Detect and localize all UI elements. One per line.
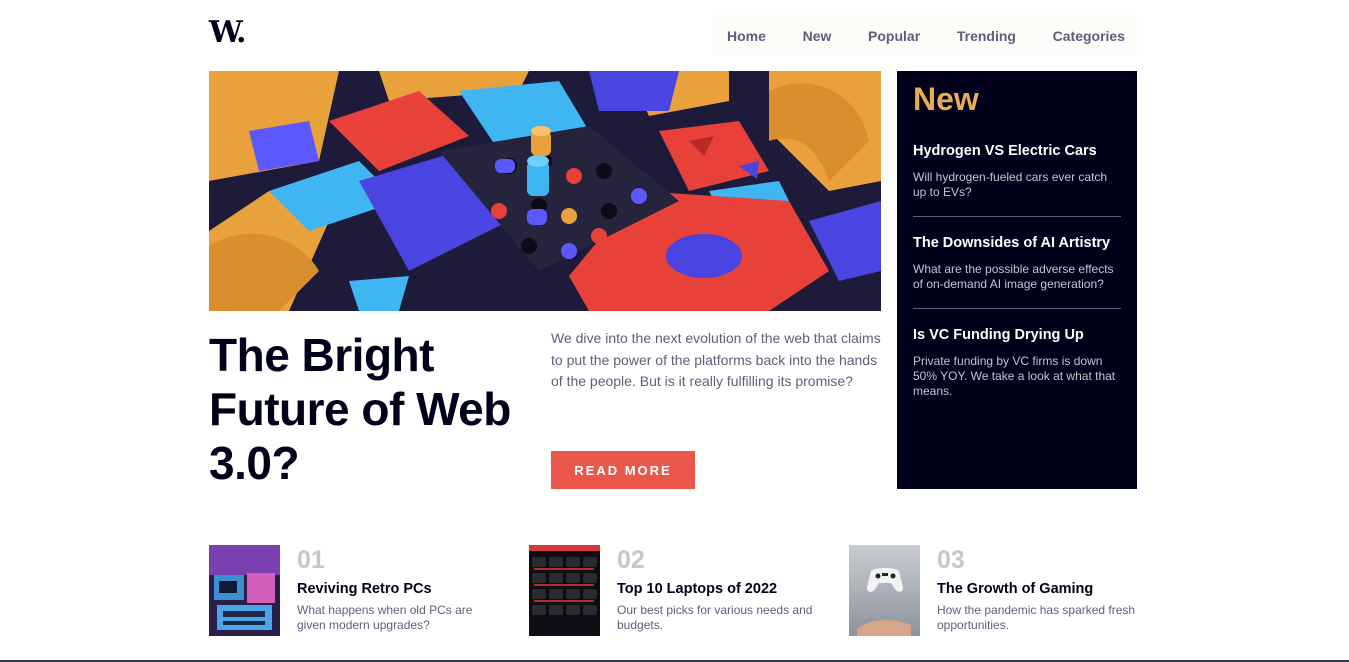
new-panel: New Hydrogen VS Electric Cars Will hydro… — [897, 71, 1137, 489]
article-thumbnail — [209, 545, 280, 636]
site-logo[interactable]: W. — [209, 18, 246, 48]
hero-description: We dive into the next evolution of the w… — [551, 330, 881, 389]
article-thumbnail — [849, 545, 920, 636]
article-thumbnail — [529, 545, 600, 636]
read-more-button[interactable]: READ MORE — [551, 451, 695, 489]
new-item-title[interactable]: Is VC Funding Drying Up — [913, 325, 1121, 345]
new-item-title[interactable]: Hydrogen VS Electric Cars — [913, 141, 1121, 161]
article-number: 03 — [937, 546, 965, 574]
article-desc: How the pandemic has sparked fresh oppor… — [937, 603, 1136, 632]
new-item[interactable]: Hydrogen VS Electric Cars Will hydrogen-… — [913, 141, 1121, 216]
new-item[interactable]: Is VC Funding Drying Up Private funding … — [913, 308, 1121, 415]
new-item-desc: What are the possible adverse effects of… — [913, 262, 1114, 291]
nav-popular[interactable]: Popular — [868, 28, 920, 44]
nav-home[interactable]: Home — [727, 28, 766, 44]
nav-trending[interactable]: Trending — [957, 28, 1016, 44]
article-title[interactable]: The Growth of Gaming — [937, 580, 1137, 598]
article-card[interactable]: 01 Reviving Retro PCs What happens when … — [209, 545, 509, 636]
article-number: 02 — [617, 546, 645, 574]
hero-image — [209, 71, 881, 311]
article-desc: Our best picks for various needs and bud… — [617, 603, 813, 632]
nav-categories[interactable]: Categories — [1053, 28, 1125, 44]
nav-new[interactable]: New — [803, 28, 832, 44]
new-item-title[interactable]: The Downsides of AI Artistry — [913, 233, 1121, 253]
article-card[interactable]: 02 Top 10 Laptops of 2022 Our best picks… — [529, 545, 829, 636]
article-number: 01 — [297, 546, 325, 574]
article-desc: What happens when old PCs are given mode… — [297, 603, 473, 632]
new-item-desc: Will hydrogen-fueled cars ever catch up … — [913, 170, 1108, 199]
new-heading: New — [913, 81, 979, 117]
new-item-desc: Private funding by VC firms is down 50% … — [913, 354, 1116, 398]
article-title[interactable]: Reviving Retro PCs — [297, 580, 497, 598]
article-card[interactable]: 03 The Growth of Gaming How the pandemic… — [849, 545, 1149, 636]
hero-title: The Bright Future of Web 3.0? — [209, 329, 511, 489]
main-nav: Home New Popular Trending Categories — [713, 15, 1137, 56]
article-title[interactable]: Top 10 Laptops of 2022 — [617, 580, 817, 598]
new-item[interactable]: The Downsides of AI Artistry What are th… — [913, 216, 1121, 308]
